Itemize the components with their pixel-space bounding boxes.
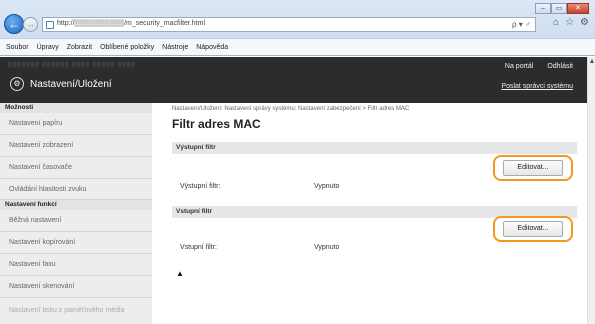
sidebar-section-functions: Nastavení funkcí xyxy=(0,200,152,210)
sidebar-item-copy[interactable]: Nastavení kopírování xyxy=(0,232,152,254)
home-icon[interactable]: ⌂ xyxy=(553,17,559,28)
sidebar-item-memory-print[interactable]: Nastavení tisku z paměťového média xyxy=(0,298,152,324)
maximize-button[interactable]: ▭ xyxy=(551,3,567,14)
star-icon[interactable]: ☆ xyxy=(565,17,574,28)
minimize-button[interactable]: ‒ xyxy=(535,3,551,14)
menu-item-soubor[interactable]: Soubor xyxy=(6,44,29,51)
sidebar-item-fax[interactable]: Nastavení faxu xyxy=(0,254,152,276)
sidebar-item-timer[interactable]: Nastavení časovače xyxy=(0,157,152,179)
page-header-title: Nastavení/Uložení xyxy=(30,79,112,90)
gear-icon[interactable]: ⚙ xyxy=(580,17,589,28)
search-icon[interactable]: ρ ▾ ♂ xyxy=(512,20,531,29)
breadcrumb: Nastavení/Uložení: Nastavení správy syst… xyxy=(172,106,410,112)
settings-logo-icon: ⚙ xyxy=(10,77,24,91)
outbound-filter-value: Vypnuto xyxy=(314,183,340,190)
header-links: Na portál Odhlásit xyxy=(505,63,573,70)
outbound-edit-button[interactable]: Editovat... xyxy=(503,160,563,176)
menu-bar: Soubor Úpravy Zobrazit Oblíbené položky … xyxy=(0,38,595,55)
menu-item-napoveda[interactable]: Nápověda xyxy=(196,44,228,51)
inbound-filter-value: Vypnuto xyxy=(314,244,340,251)
page-header: ▒▒▒▒▒▒▒ ▒▒▒▒▒▒ ▒▒▒▒ ▒▒▒▒▒ ▒▒▒▒ ⚙ Nastave… xyxy=(0,57,587,103)
page-scrollbar[interactable]: ▲ xyxy=(587,57,595,324)
window-controls: ‒ ▭ ✕ xyxy=(535,3,589,14)
inbound-filter-label: Vstupní filtr: xyxy=(180,244,217,251)
browser-toolbar: ⌂ ☆ ⚙ xyxy=(553,17,589,28)
device-info: ▒▒▒▒▒▒▒ ▒▒▒▒▒▒ ▒▒▒▒ ▒▒▒▒▒ ▒▒▒▒ xyxy=(8,62,136,68)
sidebar-section-options: Možnosti xyxy=(0,103,152,113)
sidebar-item-scan[interactable]: Nastavení skenování xyxy=(0,276,152,298)
sidebar-item-display[interactable]: Nastavení zobrazení xyxy=(0,135,152,157)
forward-icon[interactable]: → xyxy=(23,17,38,32)
menu-item-upravy[interactable]: Úpravy xyxy=(37,44,59,51)
sidebar-item-volume[interactable]: Ovládání hlasitosti zvuku xyxy=(0,179,152,200)
outbound-filter-label: Výstupní filtr: xyxy=(180,183,221,190)
logout-link[interactable]: Odhlásit xyxy=(547,63,573,70)
page-icon xyxy=(46,21,54,29)
portal-link[interactable]: Na portál xyxy=(505,63,533,70)
sidebar-item-paper[interactable]: Nastavení papíru xyxy=(0,113,152,135)
back-icon[interactable]: ← xyxy=(4,14,24,34)
navigation-bar: ← → http://▒▒▒▒▒▒▒▒▒▒/m_security_macfilt… xyxy=(4,14,591,34)
back-to-top-icon[interactable]: ▲ xyxy=(176,269,184,278)
sidebar-item-common[interactable]: Běžná nastavení xyxy=(0,210,152,232)
menu-item-nastroje[interactable]: Nástroje xyxy=(162,44,188,51)
menu-item-oblibene[interactable]: Oblíbené položky xyxy=(100,44,154,51)
scroll-up-icon[interactable]: ▲ xyxy=(588,57,595,67)
sidebar: Možnosti Nastavení papíru Nastavení zobr… xyxy=(0,103,152,324)
address-text: http://▒▒▒▒▒▒▒▒▒▒/m_security_macfilter.h… xyxy=(57,20,206,27)
browser-chrome: ‒ ▭ ✕ ← → http://▒▒▒▒▒▒▒▒▒▒/m_security_m… xyxy=(0,0,595,56)
inbound-edit-button[interactable]: Editovat... xyxy=(503,221,563,237)
close-button[interactable]: ✕ xyxy=(567,3,589,14)
page-title: Filtr adres MAC xyxy=(172,117,261,131)
menu-item-zobrazit[interactable]: Zobrazit xyxy=(67,44,92,51)
admin-mail-link[interactable]: Poslat správci systému xyxy=(501,83,573,90)
address-bar[interactable]: http://▒▒▒▒▒▒▒▒▒▒/m_security_macfilter.h… xyxy=(42,17,536,32)
main-content: Nastavení/Uložení: Nastavení správy syst… xyxy=(160,103,582,324)
outbound-section-header: Výstupní filtr xyxy=(172,142,577,154)
